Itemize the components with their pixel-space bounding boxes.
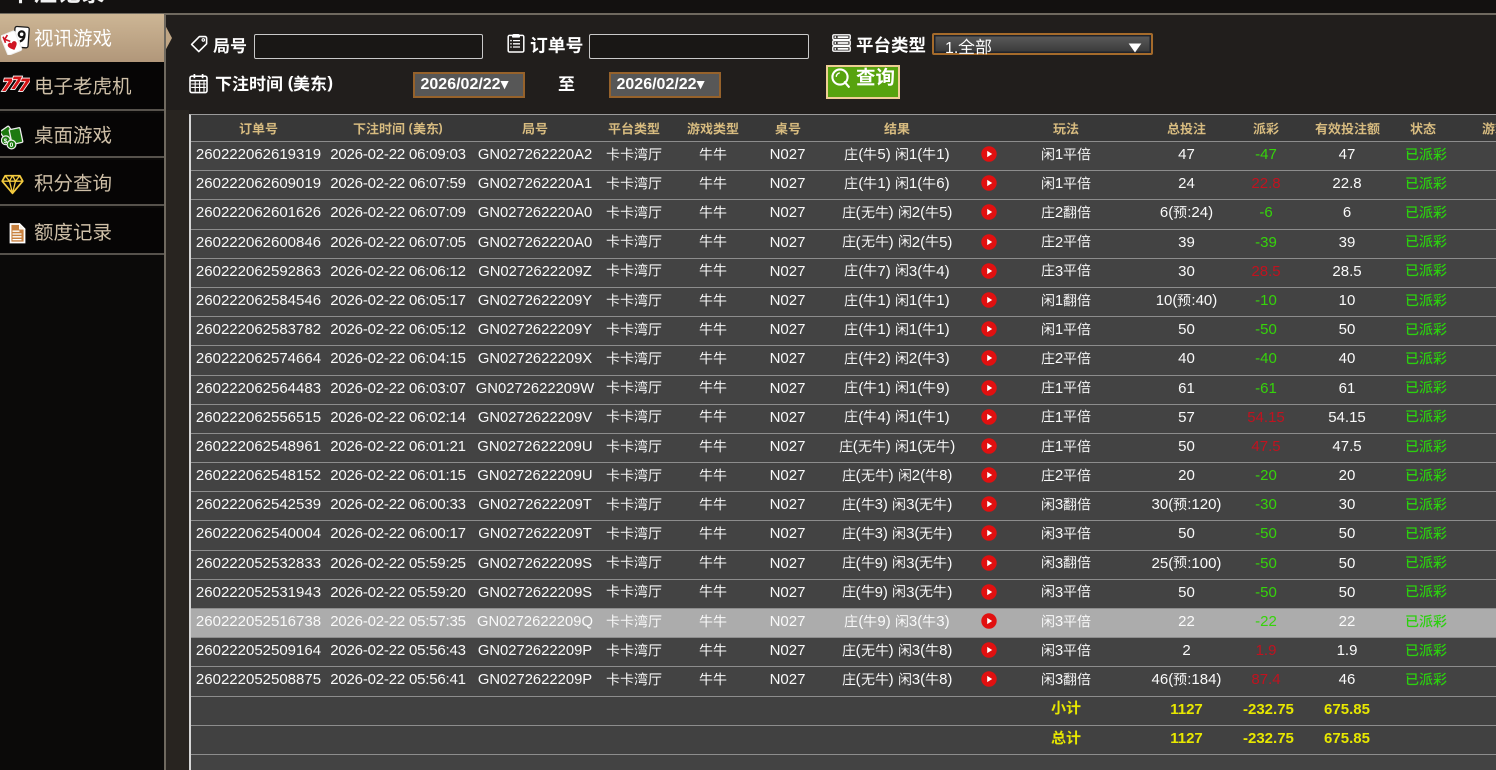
svg-text:0: 0 — [10, 142, 14, 149]
